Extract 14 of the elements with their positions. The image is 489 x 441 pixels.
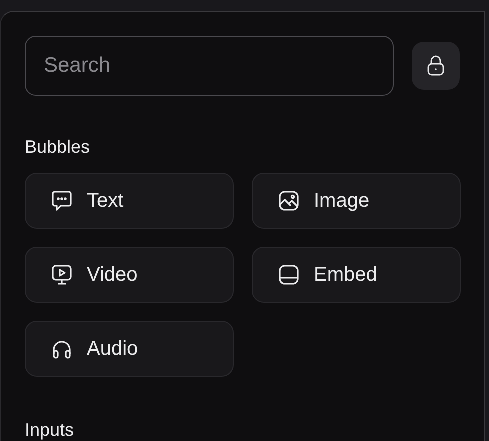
embed-icon <box>277 263 301 287</box>
section-title: Inputs <box>25 419 76 441</box>
monitor-play-icon <box>50 263 74 287</box>
block-button[interactable]: Image <box>252 173 461 229</box>
block-button[interactable]: Video <box>25 247 234 303</box>
lock-button[interactable] <box>412 42 460 90</box>
block-button[interactable]: Embed <box>252 247 461 303</box>
chat-bubble-icon <box>50 189 74 213</box>
search-field[interactable]: Search <box>25 36 394 96</box>
block-button[interactable]: Text <box>25 173 234 229</box>
block-button[interactable]: Audio <box>25 321 234 377</box>
section-title: Bubbles <box>25 136 92 158</box>
image-icon <box>277 189 301 213</box>
lock-icon <box>427 55 446 77</box>
